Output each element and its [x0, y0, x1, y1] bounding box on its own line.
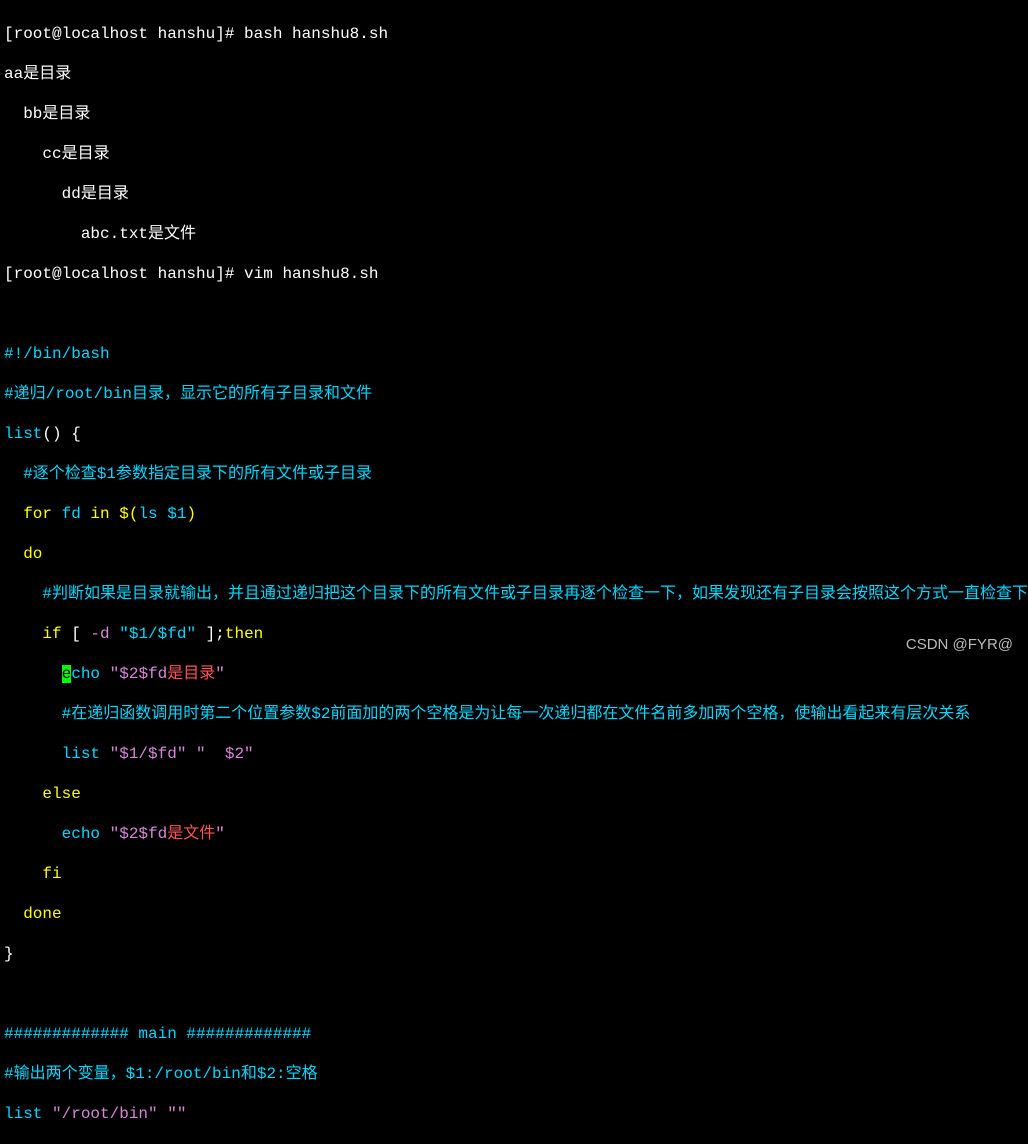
fi-keyword: fi — [4, 864, 1024, 884]
terminal-output: [root@localhost hanshu]# bash hanshu8.sh… — [4, 4, 1024, 1144]
echo-line-2: echo "$2$fd是文件" — [4, 824, 1024, 844]
prompt-line-1: [root@localhost hanshu]# bash hanshu8.sh — [4, 24, 1024, 44]
comment-line: #逐个检查$1参数指定目录下的所有文件或子目录 — [4, 464, 1024, 484]
comment-line: #判断如果是目录就输出，并且通过递归把这个目录下的所有文件或子目录再逐个检查一下… — [4, 584, 1024, 604]
else-keyword: else — [4, 784, 1024, 804]
output-line: abc.txt是文件 — [4, 224, 1024, 244]
brace-close: } — [4, 944, 1024, 964]
comment-line: #在递归函数调用时第二个位置参数$2前面加的两个空格是为让每一次递归都在文件名前… — [4, 704, 1024, 724]
comment-line: #输出两个变量，$1:/root/bin和$2:空格 — [4, 1064, 1024, 1084]
comment-line: #递归/root/bin目录，显示它的所有子目录和文件 — [4, 384, 1024, 404]
command-text: vim hanshu8.sh — [244, 265, 378, 283]
prompt-line-2: [root@localhost hanshu]# vim hanshu8.sh — [4, 264, 1024, 284]
output-line: aa是目录 — [4, 64, 1024, 84]
cursor-icon: e — [62, 665, 72, 683]
output-line: dd是目录 — [4, 184, 1024, 204]
for-line: for fd in $(ls $1) — [4, 504, 1024, 524]
if-line: if [ -d "$1/$fd" ];then — [4, 624, 1024, 644]
shebang-line: #!/bin/bash — [4, 344, 1024, 364]
blank-line — [4, 304, 1024, 324]
echo-line: echo "$2$fd是目录" — [4, 664, 1024, 684]
final-call: list "/root/bin" "" — [4, 1104, 1024, 1124]
output-line: cc是目录 — [4, 144, 1024, 164]
shell-prompt: [root@localhost hanshu]# — [4, 25, 244, 43]
do-keyword: do — [4, 544, 1024, 564]
list-call-line: list "$1/$fd" " $2" — [4, 744, 1024, 764]
watermark-text: CSDN @FYR@ — [906, 636, 1013, 655]
shell-prompt: [root@localhost hanshu]# — [4, 265, 244, 283]
blank-line — [4, 984, 1024, 1004]
command-text: bash hanshu8.sh — [244, 25, 388, 43]
done-keyword: done — [4, 904, 1024, 924]
main-separator: ############# main ############# — [4, 1024, 1024, 1044]
output-line: bb是目录 — [4, 104, 1024, 124]
function-def: list() { — [4, 424, 1024, 444]
